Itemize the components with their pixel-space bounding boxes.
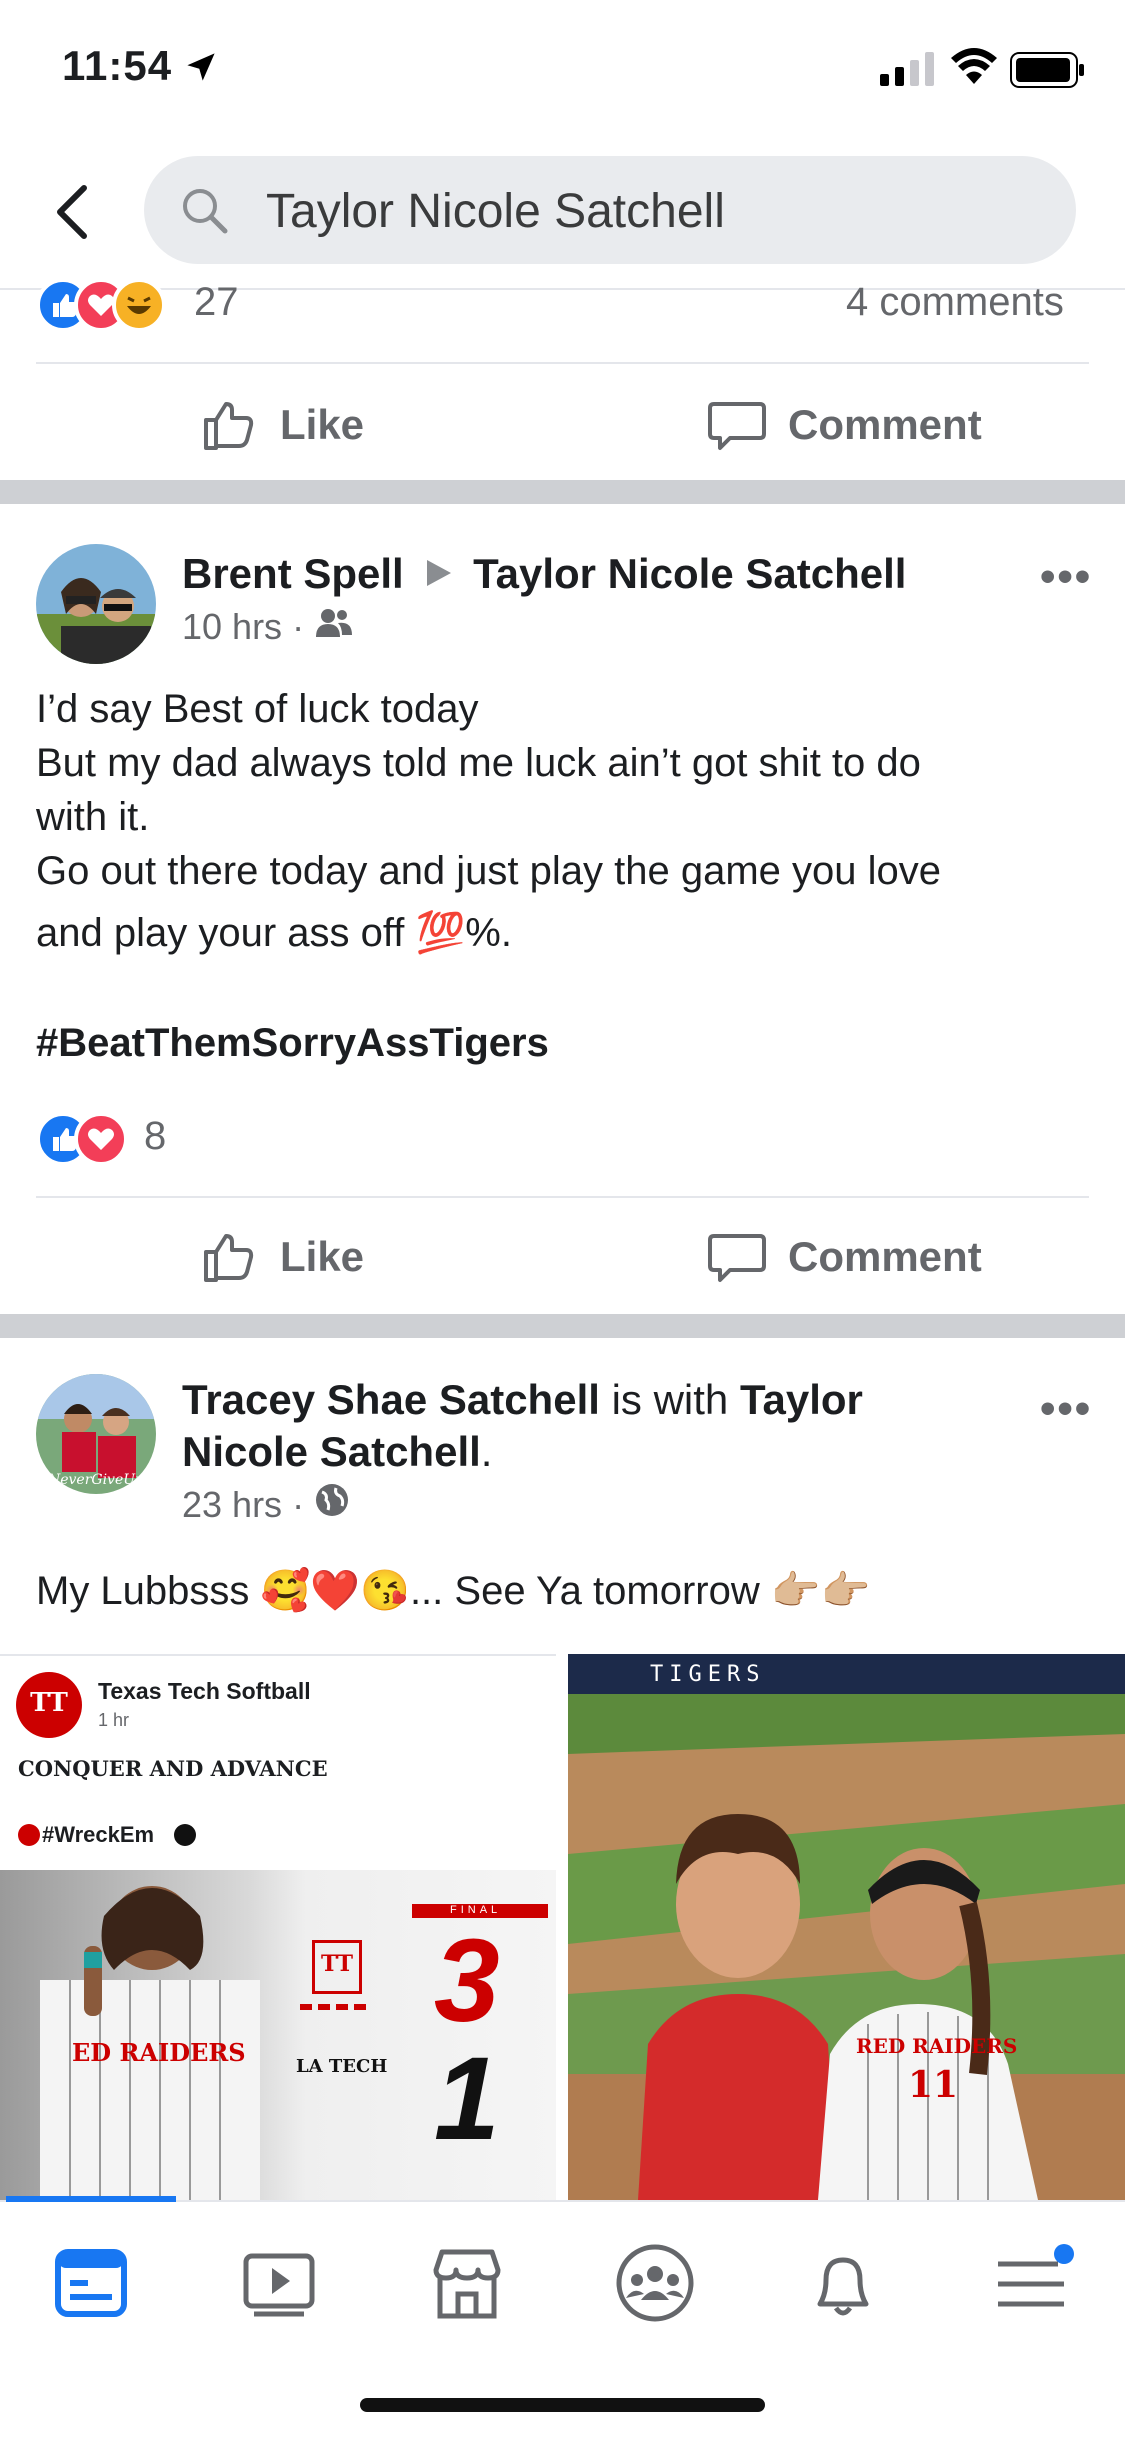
avatar[interactable]: NeverGiveUp bbox=[36, 1374, 156, 1494]
post-author-line: Brent Spell Taylor Nicole Satchell bbox=[182, 548, 906, 600]
post-author-line: Tracey Shae Satchell is with Taylor Nico… bbox=[182, 1374, 1022, 1478]
home-score: 3 bbox=[434, 1915, 500, 2047]
active-tab-indicator bbox=[6, 2196, 176, 2202]
like-label: Like bbox=[280, 1233, 365, 1280]
comment-button[interactable]: Comment bbox=[708, 396, 982, 454]
post-text-line: Go out there today and just play the gam… bbox=[36, 849, 942, 893]
post-text: I’d say Best of luck today But my dad al… bbox=[36, 682, 1096, 1070]
comment-count[interactable]: 4 comments bbox=[846, 280, 1064, 325]
tagged-name-cont[interactable]: Nicole Satchell bbox=[182, 1428, 481, 1475]
status-time: 11:54 bbox=[62, 42, 173, 89]
comment-label: Comment bbox=[788, 401, 982, 448]
more-options-icon[interactable]: ••• bbox=[1040, 1384, 1092, 1434]
tt-logo-text: TT bbox=[30, 1688, 68, 1718]
tab-news-feed[interactable] bbox=[46, 2238, 136, 2328]
location-arrow-icon bbox=[184, 50, 218, 92]
hashtag-link[interactable]: #BeatThemSorryAssTigers bbox=[36, 1016, 1096, 1070]
score-graphic: ED RAIDERS FINAL TT 3 LA TECH 1 bbox=[0, 1870, 556, 2202]
tt-logo: TT bbox=[16, 1672, 82, 1738]
like-button[interactable]: Like bbox=[200, 1228, 364, 1286]
black-ball-icon bbox=[174, 1824, 196, 1846]
love-reaction-icon bbox=[74, 1112, 128, 1166]
thumbs-up-icon bbox=[204, 1234, 254, 1282]
like-label: Like bbox=[280, 401, 365, 448]
comment-bubble-icon bbox=[708, 402, 766, 450]
search-icon bbox=[180, 186, 230, 241]
wifi-icon bbox=[950, 46, 998, 91]
shared-time: 1 hr bbox=[98, 1710, 130, 1730]
search-header: Taylor Nicole Satchell bbox=[0, 140, 1125, 290]
target-name[interactable]: Taylor Nicole Satchell bbox=[473, 550, 906, 597]
haha-reaction-icon bbox=[112, 278, 166, 332]
period: . bbox=[480, 1428, 493, 1475]
reaction-count: 27 bbox=[194, 280, 239, 324]
divider bbox=[36, 1196, 1089, 1198]
photo-scoreboard[interactable]: TT Texas Tech Softball 1 hr CONQUER AND … bbox=[0, 1654, 556, 2202]
stadium-banner: TIGERS bbox=[650, 1662, 766, 1687]
video-play-icon bbox=[243, 2253, 315, 2317]
reaction-count: 8 bbox=[144, 1114, 167, 1158]
comment-bubble-icon bbox=[708, 1234, 766, 1282]
tab-menu[interactable] bbox=[986, 2238, 1076, 2328]
shared-page-name: Texas Tech Softball bbox=[98, 1678, 311, 1704]
away-score: 1 bbox=[434, 2033, 500, 2165]
away-logo: LA TECH bbox=[296, 2056, 388, 2077]
svg-text:NeverGiveUp: NeverGiveUp bbox=[47, 1472, 144, 1488]
with-text: is with bbox=[599, 1376, 740, 1423]
status-bar: 11:54 bbox=[0, 0, 1125, 140]
post-text-line: and play your ass off 💯%. bbox=[36, 911, 512, 955]
battery-icon bbox=[1010, 52, 1086, 93]
post-text-line: with it. bbox=[36, 795, 150, 839]
post-time[interactable]: 10 hrs bbox=[182, 606, 282, 648]
bell-icon bbox=[817, 2257, 869, 2316]
groups-icon bbox=[616, 2244, 694, 2322]
avatar[interactable] bbox=[36, 544, 156, 664]
post-meta: 23 hrs · bbox=[182, 1482, 350, 1527]
field-photo bbox=[568, 1654, 1125, 2200]
arrow-right-icon bbox=[423, 548, 453, 600]
photo-field[interactable]: TIGERS RED RAIDERS 11 bbox=[568, 1654, 1125, 2200]
thumbs-up-icon bbox=[204, 402, 254, 450]
more-options-icon[interactable]: ••• bbox=[1040, 552, 1092, 602]
tab-watch[interactable] bbox=[234, 2238, 324, 2328]
search-input[interactable]: Taylor Nicole Satchell bbox=[144, 156, 1076, 264]
menu-hamburger-icon bbox=[998, 2244, 1074, 2307]
post-meta: 10 hrs · bbox=[182, 606, 354, 648]
like-button[interactable]: Like bbox=[200, 396, 364, 454]
tab-groups[interactable] bbox=[610, 2238, 700, 2328]
author-name[interactable]: Brent Spell bbox=[182, 550, 404, 597]
author-name[interactable]: Tracey Shae Satchell bbox=[182, 1376, 600, 1423]
post-text-line: I’d say Best of luck today bbox=[36, 687, 479, 731]
post-separator bbox=[0, 480, 1125, 504]
home-indicator[interactable] bbox=[360, 2398, 765, 2412]
jersey-text: RED RAIDERS bbox=[856, 2034, 1018, 2058]
divider bbox=[36, 362, 1089, 364]
news-feed-icon bbox=[55, 2249, 127, 2317]
post-time[interactable]: 23 hrs bbox=[182, 1484, 282, 1526]
search-query: Taylor Nicole Satchell bbox=[266, 185, 725, 238]
tab-marketplace[interactable] bbox=[422, 2238, 512, 2328]
jersey-text: ED RAIDERS bbox=[72, 2038, 246, 2067]
comment-label: Comment bbox=[788, 1233, 982, 1280]
tab-notifications[interactable] bbox=[798, 2238, 888, 2328]
marketplace-shop-icon bbox=[433, 2249, 501, 2319]
cellular-signal-icon bbox=[880, 52, 936, 91]
tt-logo-small: TT bbox=[312, 1940, 362, 1994]
tt-small-text: TT bbox=[321, 1951, 353, 1977]
globe-icon bbox=[314, 1482, 350, 1527]
post-separator bbox=[0, 1314, 1125, 1338]
post-text-line: But my dad always told me luck ain’t got… bbox=[36, 741, 921, 785]
back-chevron-icon[interactable] bbox=[52, 182, 92, 242]
tagged-name[interactable]: Taylor bbox=[740, 1376, 863, 1423]
score-divider bbox=[300, 2004, 366, 2010]
comment-button[interactable]: Comment bbox=[708, 1228, 982, 1286]
shared-headline: CONQUER AND ADVANCE bbox=[18, 1756, 328, 1781]
jersey-number: 11 bbox=[908, 2064, 959, 2106]
red-ball-icon bbox=[18, 1824, 40, 1846]
post-text: My Lubbsss 🥰❤️😘... See Ya tomorrow 👉🏼👉🏼 bbox=[36, 1569, 871, 1613]
friends-icon bbox=[314, 606, 354, 648]
shared-hashtag: #WreckEm bbox=[42, 1822, 155, 1847]
